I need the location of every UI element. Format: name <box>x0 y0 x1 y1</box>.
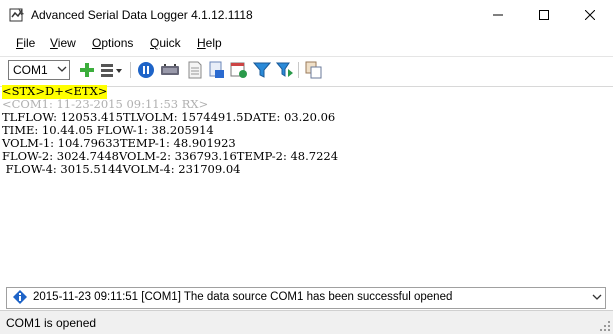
close-icon <box>585 10 595 20</box>
app-logo-icon <box>9 8 24 22</box>
chevron-down-icon <box>57 66 67 72</box>
resize-grip-icon[interactable] <box>600 321 610 331</box>
status-text: COM1 is opened <box>6 316 97 330</box>
title-bar: Advanced Serial Data Logger 4.1.12.1118 <box>0 0 613 30</box>
menu-bar: File View Options Quick Help <box>0 33 613 53</box>
list-options-icon[interactable] <box>100 61 124 79</box>
menu-help[interactable]: Help <box>197 36 222 50</box>
menu-file[interactable]: File <box>16 36 35 50</box>
pause-icon[interactable] <box>137 61 155 79</box>
document-icon[interactable] <box>186 61 204 79</box>
close-button[interactable] <box>567 0 613 30</box>
add-icon[interactable] <box>78 61 96 79</box>
data-line: FLOW-4: 3015.5144VOLM-4: 231709.04 <box>2 162 241 176</box>
filter-icon[interactable] <box>253 61 271 79</box>
schedule-icon[interactable] <box>230 61 248 79</box>
data-export-icon[interactable] <box>208 61 226 79</box>
minimize-icon <box>493 14 503 16</box>
filter-next-icon[interactable] <box>276 61 294 79</box>
minimize-button[interactable] <box>475 0 521 30</box>
toolbar-separator <box>130 62 131 78</box>
plugin-icon[interactable] <box>160 61 180 79</box>
chevron-down-icon[interactable] <box>592 292 602 302</box>
toolbar-separator <box>298 62 299 78</box>
info-icon <box>13 290 27 304</box>
maximize-icon <box>539 10 549 20</box>
message-text: 2015-11-23 09:11:51 [COM1] The data sour… <box>33 291 453 303</box>
data-output-area[interactable]: <STX>D+<ETX> <COM1: 11-23-2015 09:11:53 … <box>0 84 613 283</box>
port-select-value: COM1 <box>13 63 48 77</box>
port-select[interactable]: COM1 <box>8 60 70 80</box>
copy-icon[interactable] <box>305 61 323 79</box>
menu-quick[interactable]: Quick <box>150 36 181 50</box>
maximize-button[interactable] <box>521 0 567 30</box>
status-bar: COM1 is opened <box>0 310 613 334</box>
menu-options[interactable]: Options <box>92 36 133 50</box>
window-title: Advanced Serial Data Logger 4.1.12.1118 <box>31 8 253 22</box>
toolbar: COM1 <box>0 56 613 83</box>
menu-view[interactable]: View <box>50 36 76 50</box>
message-bar[interactable]: 2015-11-23 09:11:51 [COM1] The data sour… <box>6 287 606 309</box>
